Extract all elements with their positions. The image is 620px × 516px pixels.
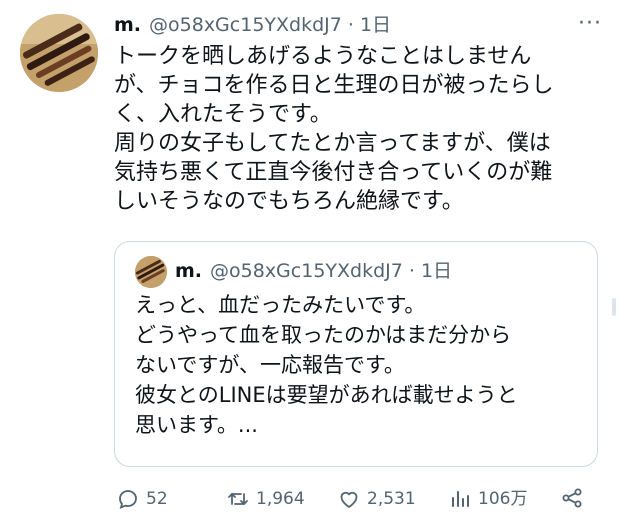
tweet-line: 気持ち悪くて正直今後付き合っていくのが難 [114,160,553,185]
author-handle-time[interactable]: @o58xGc15YXdkdJ7 · 1日 [149,14,391,36]
retweet-icon [228,493,248,505]
views-button[interactable]: 106万 [448,486,527,512]
quoted-author-name: m. [175,260,203,282]
quoted-line: どうやって血を取ったのかはまだ分から [135,323,512,347]
retweet-count: 1,964 [256,489,305,509]
tweet-line: しいそうなのでもちろん絶縁です。 [114,189,464,214]
like-count: 2,531 [367,489,416,509]
more-icon[interactable]: ··· [578,13,602,35]
quoted-tweet-text: えっと、血だったみたいです。 どうやって血を取ったのかはまだ分から ないですが、… [135,290,585,440]
quoted-line: 思います。... [135,413,258,437]
views-count: 106万 [478,489,528,509]
quoted-line: ないですが、一応報告です。 [135,353,405,377]
retweet-button[interactable]: 1,964 [226,486,305,512]
tweet-line: 周りの女子もしてたとか言ってますが、僕は [114,131,551,156]
quoted-tweet-header: m. @o58xGc15YXdkdJ7 · 1日 [175,258,452,284]
tweet-line: トークを晒しあげるようなことはしません [114,44,532,69]
author-name[interactable]: m. [114,14,141,36]
share-button[interactable] [560,486,590,510]
action-bar: 52 1,964 2,531 106万 [114,486,594,516]
like-icon [340,491,358,508]
quoted-author-handle-time: @o58xGc15YXdkdJ7 · 1日 [210,260,453,282]
views-icon [452,491,469,507]
quoted-line: 彼女とのLINEは要望があれば載せようと [135,383,518,407]
quoted-line: えっと、血だったみたいです。 [135,293,426,317]
reply-count: 52 [146,489,168,509]
tweet-line: が、チョコを作る日と生理の日が被ったらし [114,73,554,98]
share-icon [562,488,582,508]
tweet-header: m. @o58xGc15YXdkdJ7 · 1日 [114,12,391,38]
tweet-text: トークを晒しあげるようなことはしません が、チョコを作る日と生理の日が被ったらし… [114,42,604,216]
author-avatar[interactable] [20,14,98,92]
like-button[interactable]: 2,531 [337,486,416,512]
reply-button[interactable]: 52 [116,486,168,512]
quoted-author-avatar [135,256,167,288]
quoted-tweet[interactable]: m. @o58xGc15YXdkdJ7 · 1日 えっと、血だったみたいです。 ど… [114,241,598,467]
tweet-line: く、入れたそうです。 [114,102,332,127]
reply-icon [119,490,137,510]
scrollbar-thumb[interactable] [612,298,616,316]
